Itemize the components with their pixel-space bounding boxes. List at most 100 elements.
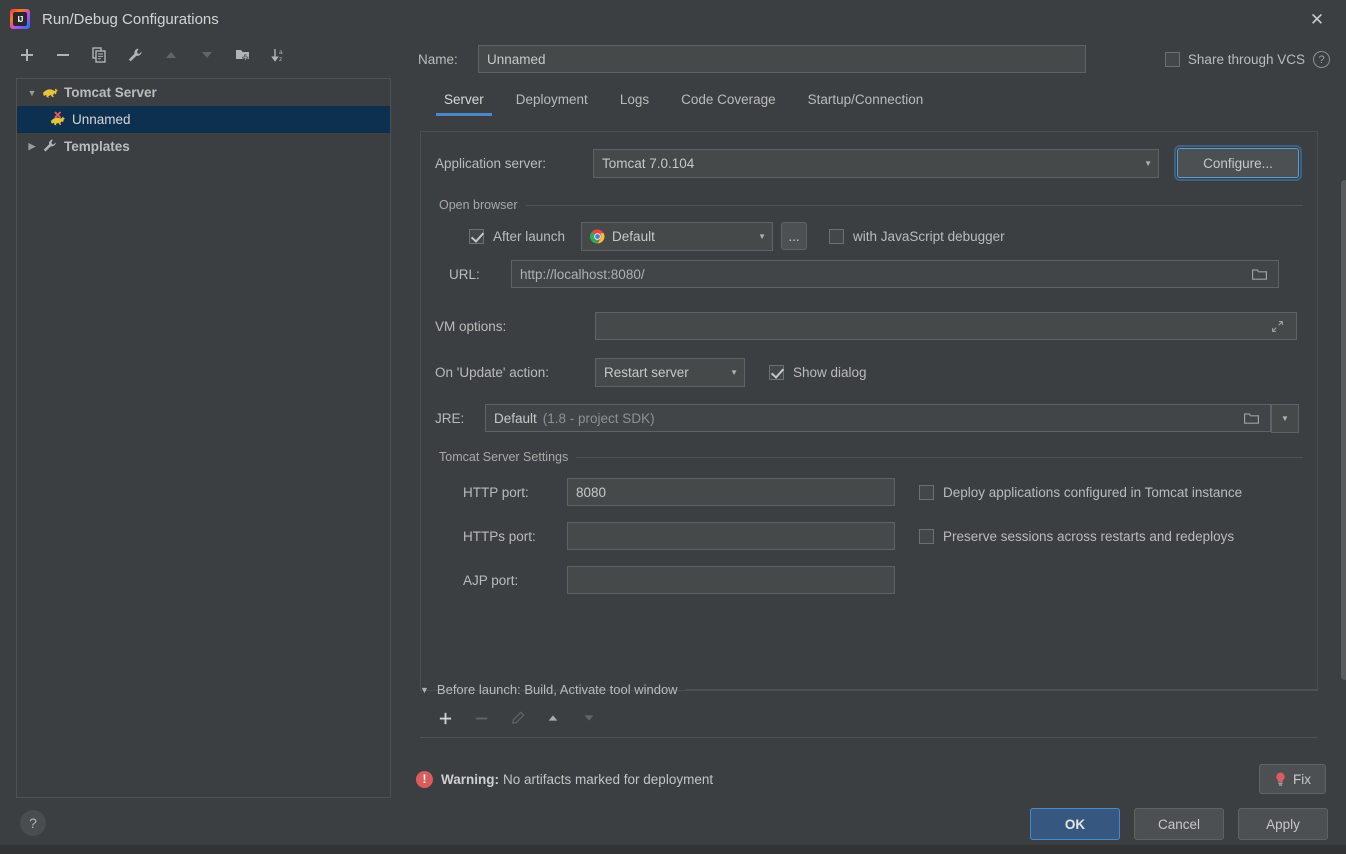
preserve-sessions-label: Preserve sessions across restarts and re… [943,528,1235,544]
tomcat-error-icon [49,111,69,129]
scrollbar-thumb[interactable] [1341,180,1346,680]
edit-templates-button[interactable] [124,44,146,66]
configure-button[interactable]: Configure... [1174,145,1302,181]
tree-node-label: Templates [64,139,130,154]
dialog-actions: OK Cancel Apply [1030,808,1328,840]
http-port-row: HTTP port: 8080 Deploy applications conf… [421,470,1317,514]
jre-label: JRE: [435,410,465,426]
tab-server[interactable]: Server [428,82,500,116]
help-button[interactable]: ? [20,810,46,836]
add-task-button[interactable] [434,707,456,729]
expand-diagonal-icon[interactable] [1266,320,1288,333]
cancel-button[interactable]: Cancel [1134,808,1224,840]
tree-node-tomcat-server[interactable]: ▼ Tomcat Server [17,79,390,106]
js-debugger-checkbox[interactable] [829,228,845,244]
configurations-tree[interactable]: ▼ Tomcat Server Unnamed ▶ Templates [16,78,391,798]
deploy-apps-checkbox[interactable] [919,484,934,500]
on-update-action-label: On 'Update' action: [435,364,549,380]
application-server-combo[interactable]: Tomcat 7.0.104 ▼ [593,148,1159,178]
tab-code-coverage[interactable]: Code Coverage [665,82,792,116]
create-folder-button[interactable] [232,44,254,66]
chrome-icon [590,229,605,244]
before-launch-header[interactable]: ▼ Before launch: Build, Activate tool wi… [420,682,1318,697]
ok-button[interactable]: OK [1030,808,1120,840]
http-port-value: 8080 [576,484,607,500]
name-input[interactable] [478,45,1086,73]
application-server-label: Application server: [435,155,547,171]
apply-button[interactable]: Apply [1238,808,1328,840]
svg-text:a: a [279,49,283,56]
ajp-port-label: AJP port: [463,572,519,588]
http-port-label: HTTP port: [463,484,529,500]
http-port-input[interactable]: 8080 [567,478,895,506]
chevron-right-icon[interactable]: ▶ [23,141,41,152]
after-launch-checkbox[interactable] [469,228,484,244]
chevron-down-icon[interactable]: ▼ [720,368,738,377]
remove-configuration-button[interactable] [52,44,74,66]
configuration-editor: Name: Share through VCS ? Server Deploym… [406,38,1346,798]
tree-toolbar: a z [0,38,406,72]
browser-ellipsis-button[interactable]: ... [781,222,808,250]
copy-configuration-button[interactable] [88,44,110,66]
group-divider [576,456,1303,458]
intellij-idea-icon: IJ [10,9,30,29]
show-dialog-checkbox[interactable] [769,364,784,380]
name-row: Name: Share through VCS ? [406,38,1346,80]
chevron-down-icon[interactable]: ▼ [420,685,429,695]
group-divider [685,689,1318,690]
ajp-port-row: AJP port: [421,558,1317,602]
folder-icon[interactable] [1248,268,1270,281]
url-row: URL: http://localhost:8080/ [421,256,1317,292]
tab-logs[interactable]: Logs [604,82,665,116]
tab-startup-connection[interactable]: Startup/Connection [792,82,940,116]
add-configuration-button[interactable] [16,44,38,66]
move-up-button[interactable] [160,44,182,66]
before-launch-list[interactable] [420,737,1318,757]
tree-node-templates[interactable]: ▶ Templates [17,133,390,160]
preserve-sessions-checkbox[interactable] [919,528,934,544]
error-circle-icon: ! [416,770,433,788]
sort-alphabetically-button[interactable]: a z [268,44,290,66]
svg-text:z: z [279,56,282,63]
close-icon[interactable]: ✕ [1306,8,1328,30]
after-launch-label: After launch [493,228,566,244]
url-label: URL: [449,266,480,282]
move-task-down-button[interactable] [578,707,600,729]
name-label: Name: [418,51,458,67]
share-through-vcs-checkbox[interactable] [1164,52,1180,67]
question-mark-icon[interactable]: ? [1313,51,1330,68]
chevron-down-icon[interactable]: ▼ [1134,159,1152,168]
fix-button[interactable]: Fix [1259,764,1326,794]
ajp-port-input[interactable] [567,566,895,594]
chevron-down-icon[interactable]: ▼ [748,232,766,241]
vm-options-row: VM options: [421,302,1317,350]
tomcat-settings-group-header: Tomcat Server Settings [439,450,1303,464]
jre-dropdown-button[interactable]: ▼ [1271,403,1299,433]
deploy-apps-label: Deploy applications configured in Tomcat… [943,484,1243,500]
on-update-action-combo[interactable]: Restart server ▼ [595,357,745,387]
browser-value: Default [612,228,655,244]
vm-options-input[interactable] [595,312,1297,340]
jre-input[interactable]: Default (1.8 - project SDK) [485,404,1271,432]
url-value: http://localhost:8080/ [520,266,645,282]
chevron-down-icon[interactable]: ▼ [23,88,41,98]
pencil-icon[interactable] [506,707,528,729]
move-task-up-button[interactable] [542,707,564,729]
folder-icon[interactable] [1240,412,1262,425]
tree-node-unnamed[interactable]: Unnamed [17,106,390,133]
move-down-button[interactable] [196,44,218,66]
tree-node-label: Tomcat Server [64,85,157,100]
https-port-input[interactable] [567,522,895,550]
application-server-value: Tomcat 7.0.104 [602,155,695,171]
browser-combo[interactable]: Default ▼ [581,221,774,251]
on-update-action-row: On 'Update' action: Restart server ▼ Sho… [421,350,1317,394]
before-launch-toolbar [420,707,1318,729]
tomcat-icon [41,84,61,102]
show-dialog-label: Show dialog [793,364,867,380]
chevron-down-icon[interactable]: ▼ [1281,414,1289,423]
run-debug-configurations-dialog: IJ Run/Debug Configurations ✕ a z ▼ Tomc… [0,0,1346,854]
remove-task-button[interactable] [470,707,492,729]
url-input[interactable]: http://localhost:8080/ [511,260,1279,288]
tab-deployment[interactable]: Deployment [500,82,604,116]
vertical-scrollbar[interactable] [1340,180,1346,700]
